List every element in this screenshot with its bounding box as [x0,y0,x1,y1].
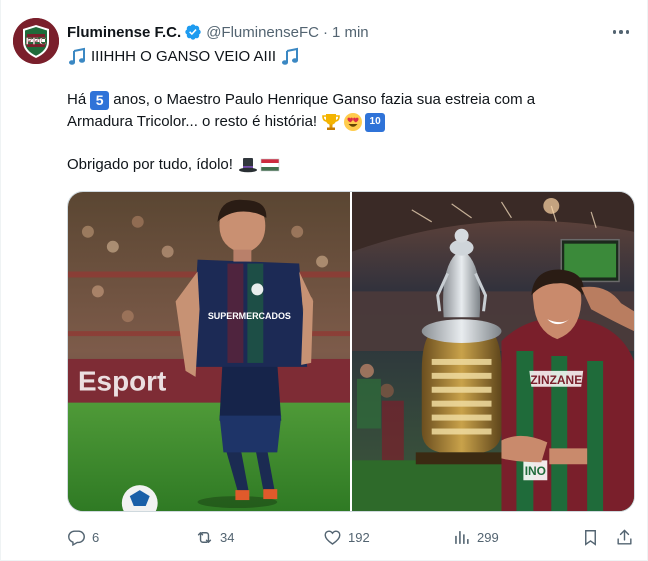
handle[interactable]: @FluminenseFC [206,24,319,41]
tweet-line-2-end: anos, o Maestro Paulo Henrique Ganso faz… [113,91,536,108]
share-icon [615,528,634,547]
separator-dot: · [322,23,328,41]
tweet-line-3: Armadura Tricolor... o resto é história!… [67,111,627,133]
avatar[interactable]: FFC [13,18,59,64]
tweet[interactable]: FFC Fluminense F.C. @FluminenseFC · 1 mi… [0,0,648,561]
tweet-line-4-text: Obrigado por tudo, ídolo! [67,156,233,173]
tweet-header: Fluminense F.C. @FluminenseFC · 1 min [67,21,369,43]
top-hat-icon [238,155,258,175]
tweet-line-2: Há 5 anos, o Maestro Paulo Henrique Gans… [67,89,627,111]
like-count: 192 [348,529,370,545]
retweet-count: 34 [220,529,235,545]
tweet-line-1-text: IIIHHH O GANSO VEIO AIII [91,48,277,65]
svg-text:INO: INO [525,464,546,478]
tweet-actions: 6 34 192 299 [67,525,635,549]
timestamp[interactable]: 1 min [332,24,369,41]
musical-notes-icon [67,47,87,67]
views-button[interactable]: 299 [452,525,499,549]
bookmark-button[interactable] [581,525,600,549]
photo-trophy-celebration[interactable]: ZINZANE INO [352,192,634,511]
svg-text:SUPERMERCADOS: SUPERMERCADOS [208,311,291,321]
tweet-line-1: IIIHHH O GANSO VEIO AIII [67,46,627,68]
tweet-line-3-text: Armadura Tricolor... o resto é história! [67,113,318,130]
svg-text:Esport: Esport [78,366,166,397]
verified-badge-icon [184,23,202,41]
heart-icon [323,528,342,547]
photo-player-on-pitch[interactable]: Esport SUPERMERCADOS [68,192,350,511]
reply-icon [67,528,86,547]
views-count: 299 [477,529,499,545]
media-grid: Esport SUPERMERCADOS ZINZANE INO [67,191,635,512]
svg-text:FFC: FFC [25,36,46,48]
reply-count: 6 [92,529,100,545]
bookmark-icon [581,528,600,547]
like-button[interactable]: 192 [323,525,370,549]
more-options-icon[interactable] [609,22,633,42]
views-icon [452,528,471,547]
share-button[interactable] [615,525,634,549]
tweet-text: IIIHHH O GANSO VEIO AIII Há 5 anos, o Ma… [67,46,627,176]
retweet-button[interactable]: 34 [195,525,234,549]
hungary-flag-icon [260,155,280,175]
trophy-icon [321,112,341,132]
svg-text:ZINZANE: ZINZANE [530,373,582,387]
keycap-number-icon: 5 [90,90,110,110]
tweet-line-2-start: Há [67,91,87,108]
keycap-ten-icon: 10 [365,112,386,132]
retweet-icon [195,528,214,547]
musical-notes-icon [280,47,300,67]
display-name[interactable]: Fluminense F.C. [67,24,181,41]
tweet-line-4: Obrigado por tudo, ídolo! [67,154,627,176]
heart-eyes-face-icon [343,112,363,132]
reply-button[interactable]: 6 [67,525,99,549]
